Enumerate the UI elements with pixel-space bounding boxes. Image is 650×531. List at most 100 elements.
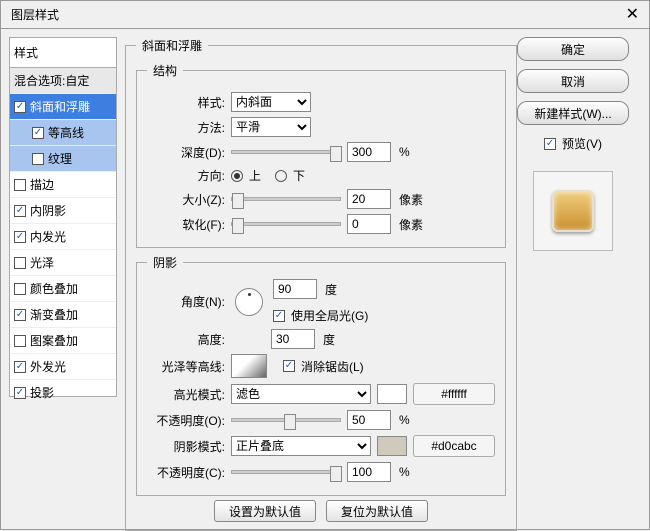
up-label: 上 (249, 167, 261, 184)
antialias-label: 消除锯齿(L) (301, 358, 364, 375)
style-checkbox[interactable] (14, 179, 26, 191)
highlight-opacity-slider[interactable] (231, 418, 341, 422)
antialias-checkbox[interactable] (283, 360, 295, 372)
style-item-label: 外发光 (30, 358, 66, 375)
size-input[interactable] (347, 189, 391, 209)
style-checkbox[interactable] (14, 257, 26, 269)
style-item[interactable]: 投影 (10, 380, 116, 406)
altitude-input[interactable] (271, 329, 315, 349)
style-checkbox[interactable] (14, 283, 26, 295)
style-checkbox[interactable] (32, 127, 44, 139)
angle-dial[interactable] (235, 288, 263, 316)
style-item[interactable]: 光泽 (10, 250, 116, 276)
highlight-mode-select[interactable]: 滤色 (231, 384, 371, 404)
style-select[interactable]: 内斜面 (231, 92, 311, 112)
angle-label: 角度(N): (147, 293, 225, 310)
percent-unit: % (399, 413, 410, 427)
style-item[interactable]: 内阴影 (10, 198, 116, 224)
shadow-color-button[interactable]: #d0cabc (413, 435, 495, 457)
size-label: 大小(Z): (147, 191, 225, 208)
size-slider[interactable] (231, 197, 341, 201)
depth-label: 深度(D): (147, 144, 225, 161)
blend-options-item[interactable]: 混合选项:自定 (10, 68, 116, 94)
preview-checkbox[interactable] (544, 138, 556, 150)
style-checkbox[interactable] (14, 231, 26, 243)
pixel-unit: 像素 (399, 191, 423, 208)
percent-unit: % (399, 145, 410, 159)
style-item[interactable]: 等高线 (10, 120, 116, 146)
style-item-label: 描边 (30, 176, 54, 193)
dialog-title: 图层样式 (11, 1, 59, 29)
highlight-mode-label: 高光模式: (147, 386, 225, 403)
ok-button[interactable]: 确定 (517, 37, 629, 61)
style-item-label: 图案叠加 (30, 332, 78, 349)
depth-slider[interactable] (231, 150, 341, 154)
style-item[interactable]: 颜色叠加 (10, 276, 116, 302)
style-item[interactable]: 纹理 (10, 146, 116, 172)
preview-label: 预览(V) (562, 135, 602, 152)
style-item[interactable]: 斜面和浮雕 (10, 94, 116, 120)
highlight-opacity-input[interactable] (347, 410, 391, 430)
style-item[interactable]: 描边 (10, 172, 116, 198)
shadow-mode-select[interactable]: 正片叠底 (231, 436, 371, 456)
shadow-color-swatch[interactable] (377, 436, 407, 456)
shadow-mode-label: 阴影模式: (147, 438, 225, 455)
bevel-fieldset: 斜面和浮雕 结构 样式: 内斜面 方法: 平滑 深度(D): % (125, 37, 517, 531)
style-item-label: 渐变叠加 (30, 306, 78, 323)
style-checkbox[interactable] (14, 101, 26, 113)
soften-slider[interactable] (231, 222, 341, 226)
style-item[interactable]: 外发光 (10, 354, 116, 380)
style-checkbox[interactable] (14, 205, 26, 217)
global-light-checkbox[interactable] (273, 310, 285, 322)
global-light-label: 使用全局光(G) (291, 307, 368, 324)
style-item-label: 内阴影 (30, 202, 66, 219)
style-item[interactable]: 内发光 (10, 224, 116, 250)
new-style-button[interactable]: 新建样式(W)... (517, 101, 629, 125)
style-item-label: 纹理 (48, 150, 72, 167)
style-checkbox[interactable] (14, 309, 26, 321)
close-icon[interactable]: ✕ (626, 1, 639, 29)
style-checkbox[interactable] (32, 153, 44, 165)
style-checkbox[interactable] (14, 387, 26, 399)
depth-input[interactable] (347, 142, 391, 162)
soften-input[interactable] (347, 214, 391, 234)
highlight-color-swatch[interactable] (377, 384, 407, 404)
percent-unit: % (399, 465, 410, 479)
direction-up-radio[interactable] (231, 170, 243, 182)
degree-unit: 度 (323, 331, 335, 348)
style-item[interactable]: 图案叠加 (10, 328, 116, 354)
style-checkbox[interactable] (14, 361, 26, 373)
shading-fieldset: 阴影 角度(N): 度 使用全局光(G) (136, 254, 506, 496)
style-item-label: 等高线 (48, 124, 84, 141)
titlebar: 图层样式 ✕ (1, 1, 649, 29)
style-item[interactable]: 渐变叠加 (10, 302, 116, 328)
highlight-opacity-label: 不透明度(O): (147, 412, 225, 429)
settings-panel: 斜面和浮雕 结构 样式: 内斜面 方法: 平滑 深度(D): % (125, 37, 505, 521)
style-item-label: 投影 (30, 384, 54, 401)
structure-fieldset: 结构 样式: 内斜面 方法: 平滑 深度(D): % 方向: (136, 62, 506, 248)
gloss-contour-picker[interactable] (231, 354, 267, 378)
altitude-label: 高度: (147, 331, 225, 348)
panel-title: 斜面和浮雕 (136, 37, 208, 54)
style-label: 样式: (147, 94, 225, 111)
shadow-opacity-input[interactable] (347, 462, 391, 482)
shadow-opacity-slider[interactable] (231, 470, 341, 474)
structure-legend: 结构 (147, 62, 183, 79)
make-default-button[interactable]: 设置为默认值 (214, 500, 316, 522)
cancel-button[interactable]: 取消 (517, 69, 629, 93)
style-list: 混合选项:自定斜面和浮雕等高线纹理描边内阴影内发光光泽颜色叠加渐变叠加图案叠加外… (9, 67, 117, 397)
style-item-label: 内发光 (30, 228, 66, 245)
highlight-color-button[interactable]: #ffffff (413, 383, 495, 405)
preview-thumbnail (552, 190, 594, 232)
reset-default-button[interactable]: 复位为默认值 (326, 500, 428, 522)
degree-unit: 度 (325, 281, 337, 298)
pixel-unit: 像素 (399, 216, 423, 233)
method-select[interactable]: 平滑 (231, 117, 311, 137)
style-item-label: 颜色叠加 (30, 280, 78, 297)
preview-box (533, 171, 613, 251)
style-checkbox[interactable] (14, 335, 26, 347)
angle-input[interactable] (273, 279, 317, 299)
direction-down-radio[interactable] (275, 170, 287, 182)
shading-legend: 阴影 (147, 254, 183, 271)
style-item-label: 斜面和浮雕 (30, 98, 90, 115)
